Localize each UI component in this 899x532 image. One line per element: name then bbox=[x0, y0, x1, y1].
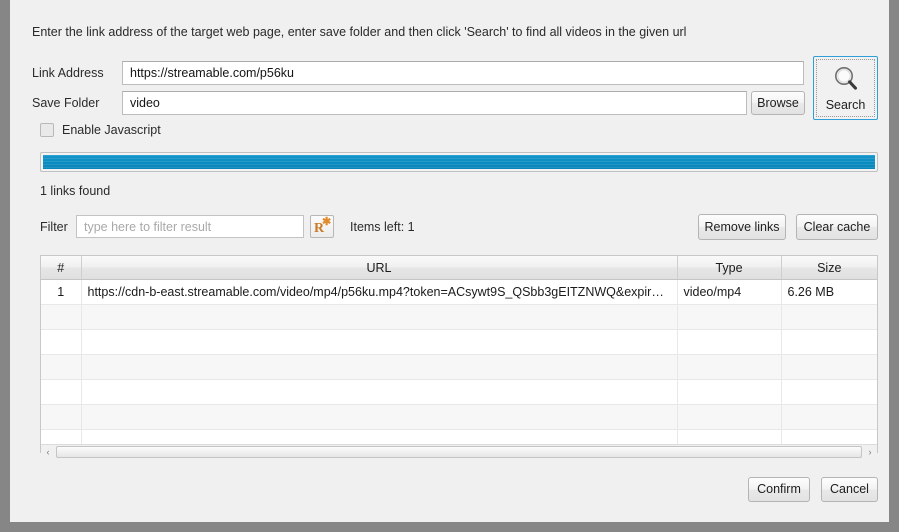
column-header-size[interactable]: Size bbox=[781, 256, 877, 280]
horizontal-scrollbar[interactable]: ‹ › bbox=[41, 444, 877, 459]
save-folder-input[interactable] bbox=[122, 91, 747, 115]
table-row-empty[interactable] bbox=[41, 379, 877, 405]
cell-empty bbox=[41, 304, 82, 330]
cell-empty bbox=[781, 404, 877, 430]
clear-cache-button[interactable]: Clear cache bbox=[796, 214, 878, 240]
cell-empty bbox=[677, 304, 782, 330]
cell-empty bbox=[677, 404, 782, 430]
search-button[interactable]: Search bbox=[813, 56, 878, 120]
cell-empty bbox=[41, 354, 82, 380]
magnifier-icon bbox=[831, 64, 861, 97]
table-row-empty[interactable] bbox=[41, 404, 877, 430]
scroll-left-arrow-icon[interactable]: ‹ bbox=[41, 445, 55, 459]
cell-empty bbox=[677, 354, 782, 380]
cell-empty bbox=[81, 329, 678, 355]
save-folder-label: Save Folder bbox=[32, 96, 100, 110]
video-downloader-dialog: Enter the link address of the target web… bbox=[10, 0, 889, 522]
table-body: 1 https://cdn-b-east.streamable.com/video… bbox=[41, 279, 877, 452]
cell-empty bbox=[41, 404, 82, 430]
table-row-empty[interactable] bbox=[41, 329, 877, 355]
cell-empty bbox=[81, 404, 678, 430]
link-address-label: Link Address bbox=[32, 66, 104, 80]
scroll-right-arrow-icon[interactable]: › bbox=[863, 445, 877, 459]
table-row-empty[interactable] bbox=[41, 354, 877, 380]
search-button-label: Search bbox=[825, 98, 866, 112]
cell-empty bbox=[81, 379, 678, 405]
cell-empty bbox=[781, 354, 877, 380]
cell-empty bbox=[781, 304, 877, 330]
cell-empty bbox=[781, 379, 877, 405]
progress-bar-fill bbox=[43, 155, 875, 169]
remove-links-button[interactable]: Remove links bbox=[698, 214, 786, 240]
browse-button[interactable]: Browse bbox=[751, 91, 805, 115]
cell-empty bbox=[677, 379, 782, 405]
items-left-status: Items left: 1 bbox=[350, 220, 415, 234]
cell-size: 6.26 MB bbox=[781, 279, 877, 305]
cell-url: https://cdn-b-east.streamable.com/video/… bbox=[81, 279, 678, 305]
enable-javascript-label: Enable Javascript bbox=[62, 123, 161, 137]
regex-toggle-button[interactable]: R ✱ bbox=[310, 215, 334, 238]
column-header-num[interactable]: # bbox=[41, 256, 82, 280]
links-found-status: 1 links found bbox=[40, 184, 111, 198]
dialog-window: Enter the link address of the target web… bbox=[10, 0, 889, 522]
cell-empty bbox=[677, 329, 782, 355]
enable-javascript-checkbox[interactable]: Enable Javascript bbox=[40, 123, 161, 137]
checkbox-box bbox=[40, 123, 54, 137]
column-header-url[interactable]: URL bbox=[81, 256, 678, 280]
instruction-text: Enter the link address of the target web… bbox=[32, 25, 687, 39]
progress-bar bbox=[40, 152, 878, 172]
cell-empty bbox=[41, 329, 82, 355]
table-row-empty[interactable] bbox=[41, 304, 877, 330]
cell-empty bbox=[81, 304, 678, 330]
cell-num: 1 bbox=[41, 279, 82, 305]
column-header-type[interactable]: Type bbox=[677, 256, 782, 280]
scrollbar-thumb[interactable] bbox=[56, 446, 862, 458]
filter-input[interactable] bbox=[76, 215, 304, 238]
cell-type: video/mp4 bbox=[677, 279, 782, 305]
table-row[interactable]: 1 https://cdn-b-east.streamable.com/video… bbox=[41, 279, 877, 305]
cell-empty bbox=[81, 354, 678, 380]
link-address-input[interactable] bbox=[122, 61, 804, 85]
cell-empty bbox=[781, 329, 877, 355]
results-table: # URL Type Size 1 https://cdn-b-east.stre… bbox=[40, 255, 878, 453]
confirm-button[interactable]: Confirm bbox=[748, 477, 810, 502]
filter-label: Filter bbox=[40, 220, 68, 234]
cancel-button[interactable]: Cancel bbox=[821, 477, 878, 502]
table-header-row: # URL Type Size bbox=[41, 256, 877, 280]
svg-text:✱: ✱ bbox=[322, 216, 331, 228]
cell-empty bbox=[41, 379, 82, 405]
